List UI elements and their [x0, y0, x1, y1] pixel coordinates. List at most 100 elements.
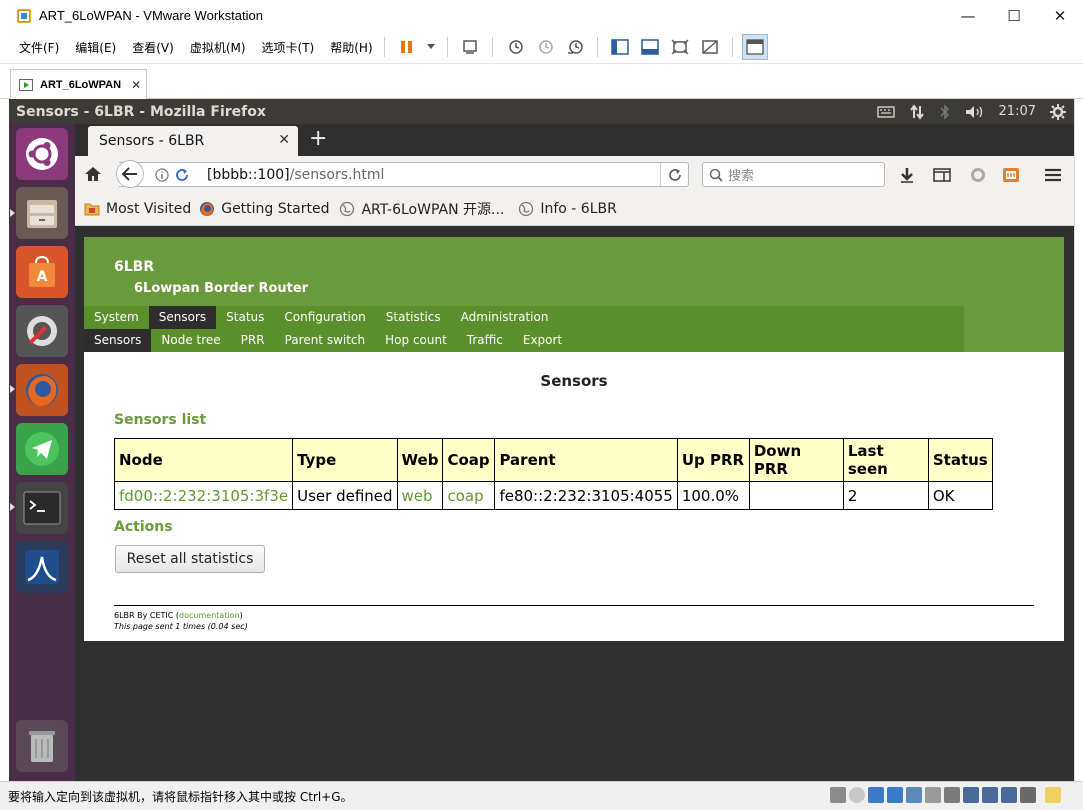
console-view-icon[interactable]: [741, 34, 768, 60]
submenu-node-tree[interactable]: Node tree: [151, 329, 230, 352]
menu-system[interactable]: System: [84, 306, 149, 329]
snapshot-icon[interactable]: [502, 34, 528, 60]
gear-icon[interactable]: [1050, 103, 1066, 120]
usb-controller-icon[interactable]: [906, 787, 922, 803]
reset-statistics-button[interactable]: Reset all statistics: [115, 545, 265, 573]
send-ctrl-alt-del-icon[interactable]: [457, 34, 483, 60]
bookmark-art-6lowpan[interactable]: ART-6LoWPAN 开源...: [339, 199, 504, 219]
submenu-export[interactable]: Export: [513, 329, 572, 352]
menu-edit[interactable]: 编辑(E): [71, 39, 120, 56]
system-settings-icon[interactable]: [16, 305, 68, 357]
clock[interactable]: 21:07: [999, 104, 1036, 119]
submenu-prr[interactable]: PRR: [231, 329, 275, 352]
ubuntu-dash-icon[interactable]: [16, 128, 68, 180]
trash-icon[interactable]: [16, 720, 68, 772]
reload-icon[interactable]: [660, 163, 688, 186]
show-library-icon[interactable]: [607, 34, 633, 60]
ubuntu-top-panel: Sensors - 6LBR - Mozilla Firefox 21:07: [9, 99, 1074, 124]
menu-tabs[interactable]: 选项卡(T): [258, 39, 319, 56]
submenu-parent-switch[interactable]: Parent switch: [275, 329, 376, 352]
menu-sensors[interactable]: Sensors: [148, 306, 217, 329]
menu-configuration[interactable]: Configuration: [274, 306, 375, 329]
menu-vm[interactable]: 虚拟机(M): [186, 39, 250, 56]
wireshark-icon[interactable]: [16, 541, 68, 593]
fullscreen-icon[interactable]: [667, 34, 693, 60]
folder-icon: [84, 201, 100, 217]
unity-icon[interactable]: [697, 34, 723, 60]
files-icon[interactable]: [16, 187, 68, 239]
close-button[interactable]: ✕: [1037, 0, 1083, 31]
search-bar[interactable]: 搜索: [702, 162, 885, 187]
close-icon[interactable]: ✕: [131, 78, 141, 92]
vmware-menubar: 文件(F) 编辑(E) 查看(V) 虚拟机(M) 选项卡(T) 帮助(H): [0, 31, 1083, 64]
submenu-hop-count[interactable]: Hop count: [375, 329, 457, 352]
web-link[interactable]: web: [402, 487, 433, 505]
firefox-icon[interactable]: [16, 364, 68, 416]
chevron-down-icon[interactable]: [424, 34, 438, 60]
sound-card-icon[interactable]: [944, 787, 960, 803]
footer-credit: 6LBR By CETIC (documentation): [114, 611, 243, 620]
info-icon[interactable]: [154, 167, 170, 183]
coap-link[interactable]: coap: [447, 487, 483, 505]
hamburger-menu-icon[interactable]: [1042, 165, 1064, 185]
bookmark-most-visited[interactable]: Most Visited: [84, 201, 191, 217]
message-log-icon[interactable]: [1045, 787, 1061, 803]
network-adapter-icon[interactable]: [868, 787, 884, 803]
url-bar[interactable]: [bbbb::100]/sensors.html: [119, 162, 689, 187]
minimize-button[interactable]: —: [945, 0, 991, 31]
reload-small-icon[interactable]: [174, 167, 190, 183]
snapshot-manager-icon[interactable]: [562, 34, 588, 60]
submenu-traffic[interactable]: Traffic: [457, 329, 513, 352]
cell-node[interactable]: fd00::2:232:3105:3f3e: [113, 481, 294, 510]
menu-view[interactable]: 查看(V): [128, 39, 178, 56]
back-button[interactable]: [116, 160, 144, 188]
addon-icon[interactable]: [1001, 165, 1021, 185]
bookmarks-toolbar: Most Visited Getting Started ART-6LoWPAN…: [75, 193, 1074, 226]
volume-icon[interactable]: [965, 104, 985, 120]
menu-status[interactable]: Status: [216, 306, 274, 329]
pause-icon[interactable]: [394, 34, 420, 60]
telegram-icon[interactable]: [16, 423, 68, 475]
documentation-link[interactable]: documentation: [179, 611, 240, 620]
cell-coap[interactable]: coap: [442, 481, 496, 510]
firefox-navbar: [bbbb::100]/sensors.html 搜索: [75, 156, 1074, 193]
download-icon[interactable]: [897, 165, 917, 185]
display-icon[interactable]: [1020, 787, 1036, 803]
usb-device-icon[interactable]: [982, 787, 998, 803]
guest-screen[interactable]: Sensors - 6LBR - Mozilla Firefox 21:07 A…: [9, 99, 1074, 781]
network-adapter-icon[interactable]: [887, 787, 903, 803]
hard-disk-icon[interactable]: [830, 787, 846, 803]
browser-tab-sensors[interactable]: Sensors - 6LBR ✕: [88, 126, 298, 156]
search-input[interactable]: 搜索: [728, 165, 754, 184]
home-icon[interactable]: [83, 164, 103, 184]
software-center-icon[interactable]: A: [16, 246, 68, 298]
maximize-button[interactable]: ☐: [991, 0, 1037, 31]
printer-icon[interactable]: [925, 787, 941, 803]
col-down-prr: Down PRR: [748, 438, 844, 482]
bookmark-getting-started[interactable]: Getting Started: [199, 201, 329, 217]
usb-device-icon[interactable]: [1001, 787, 1017, 803]
menu-help[interactable]: 帮助(H): [326, 39, 376, 56]
node-link[interactable]: fd00::2:232:3105:3f3e: [119, 487, 288, 505]
menu-administration[interactable]: Administration: [451, 306, 559, 329]
pocket-icon[interactable]: [968, 165, 988, 185]
revert-snapshot-icon[interactable]: [532, 34, 558, 60]
library-icon[interactable]: [932, 165, 952, 185]
submenu-sensors[interactable]: Sensors: [84, 329, 152, 352]
menu-file[interactable]: 文件(F): [15, 39, 63, 56]
usb-device-icon[interactable]: [963, 787, 979, 803]
vmware-logo-icon: [17, 8, 31, 23]
terminal-icon[interactable]: [16, 482, 68, 534]
cd-drive-icon[interactable]: [849, 787, 865, 803]
cell-web[interactable]: web: [396, 481, 444, 510]
close-icon[interactable]: ✕: [278, 132, 290, 148]
vm-tab-art-6lowpan[interactable]: ART_6LoWPAN ✕: [10, 69, 147, 99]
bookmark-info-6lbr[interactable]: Info - 6LBR: [518, 201, 617, 217]
network-icon[interactable]: [909, 103, 925, 120]
keyboard-icon[interactable]: [876, 105, 895, 119]
new-tab-button[interactable]: +: [309, 126, 327, 151]
thumbnail-bar-icon[interactable]: [637, 34, 663, 60]
firefox-tabbar: Sensors - 6LBR ✕ +: [75, 124, 1074, 156]
bluetooth-icon[interactable]: [939, 103, 951, 120]
menu-statistics[interactable]: Statistics: [376, 306, 451, 329]
